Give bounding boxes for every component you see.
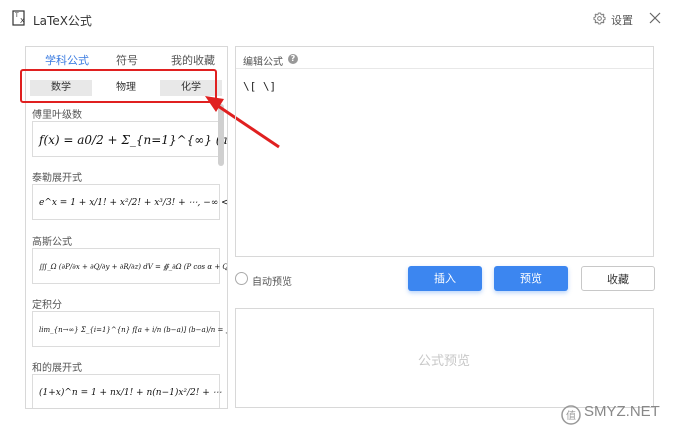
watermark: 值 SMYZ.NET <box>556 402 674 428</box>
editor-input[interactable]: \[ \] <box>243 80 276 93</box>
watermark-text: SMYZ.NET <box>584 403 660 420</box>
formula-card-fourier[interactable]: f(x) = a0/2 + Σ_{n=1}^{∞} (a_n cos nx + … <box>32 121 227 157</box>
tab-my-favorites[interactable]: 我的收藏 <box>171 52 215 68</box>
help-icon[interactable]: ? <box>288 54 298 64</box>
formula-title: 傅里叶级数 <box>32 110 82 121</box>
tab-subject-formulas[interactable]: 学科公式 <box>45 52 89 68</box>
formula-render: lim_{n→∞} Σ_{i=1}^{n} f[a + i/n (b−a)] (… <box>39 326 227 334</box>
svg-text:X: X <box>20 17 25 25</box>
auto-preview-radio[interactable] <box>235 272 248 285</box>
formula-title: 高斯公式 <box>32 237 72 248</box>
formula-card-binomial[interactable]: (1+x)^n = 1 + nx/1! + n(n−1)x²/2! + ⋯ <box>32 374 222 408</box>
window-title: LaTeX公式 <box>33 14 92 28</box>
watermark-logo-icon: 值 <box>561 405 581 425</box>
latex-app-icon: T X <box>12 10 25 26</box>
preview-button[interactable]: 预览 <box>494 266 568 291</box>
formula-card-taylor[interactable]: e^x = 1 + x/1! + x²/2! + x³/3! + ⋯, −∞ <… <box>32 184 227 220</box>
editor-label: 编辑公式 <box>243 57 283 68</box>
formula-render: ∭_Ω (∂P/∂x + ∂Q/∂y + ∂R/∂z) dV = ∯_∂Ω (P… <box>39 263 227 271</box>
favorite-button[interactable]: 收藏 <box>581 266 655 291</box>
formula-card-definite-integral[interactable]: lim_{n→∞} Σ_{i=1}^{n} f[a + i/n (b−a)] (… <box>32 311 227 347</box>
formula-render: e^x = 1 + x/1! + x²/2! + x³/3! + ⋯, −∞ <… <box>39 198 227 208</box>
formula-render: (1+x)^n = 1 + nx/1! + n(n−1)x²/2! + ⋯ <box>39 388 222 398</box>
svg-text:值: 值 <box>566 409 576 422</box>
formula-editor[interactable] <box>235 46 654 257</box>
formula-list: 傅里叶级数 f(x) = a0/2 + Σ_{n=1}^{∞} (a_n cos… <box>26 103 227 408</box>
formula-render: f(x) = a0/2 + Σ_{n=1}^{∞} (a_n cos nx + … <box>39 133 227 147</box>
settings-button[interactable]: 设置 <box>611 12 633 28</box>
gear-icon[interactable] <box>593 12 606 25</box>
preview-placeholder: 公式预览 <box>418 354 471 369</box>
formula-title: 泰勒展开式 <box>32 173 82 184</box>
tab-symbols[interactable]: 符号 <box>116 52 138 68</box>
formula-title: 和的展开式 <box>32 363 82 374</box>
close-icon[interactable] <box>648 11 662 25</box>
annotation-highlight-box <box>20 69 217 103</box>
auto-preview-label: 自动预览 <box>252 277 292 288</box>
formula-title: 定积分 <box>32 300 62 311</box>
insert-button[interactable]: 插入 <box>408 266 482 291</box>
editor-header <box>236 47 653 69</box>
svg-text:T: T <box>14 12 19 19</box>
formula-card-gauss[interactable]: ∭_Ω (∂P/∂x + ∂Q/∂y + ∂R/∂z) dV = ∯_∂Ω (P… <box>32 248 227 284</box>
